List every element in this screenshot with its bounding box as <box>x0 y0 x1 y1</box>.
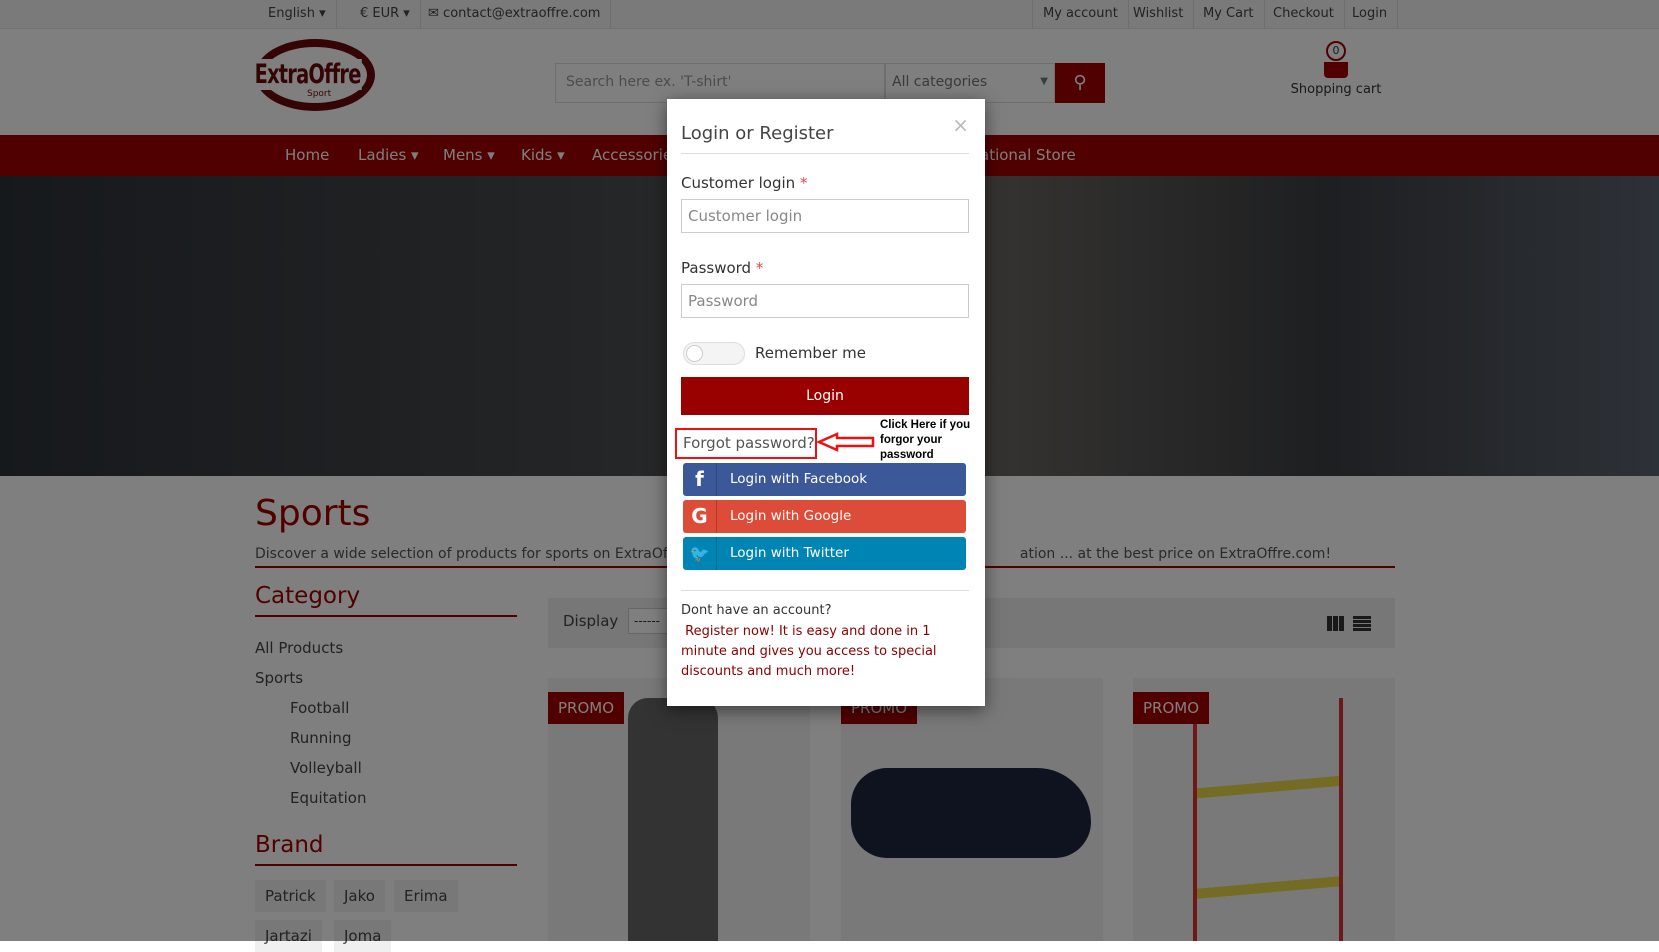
twitter-icon: 🐦 <box>683 537 717 570</box>
divider <box>681 590 969 591</box>
annotation-note: Click Here if you forgor your password <box>880 419 971 461</box>
register-link[interactable]: Register now! It is easy and done in 1 m… <box>681 622 971 682</box>
login-button[interactable]: Login <box>681 377 969 415</box>
twitter-login-button[interactable]: 🐦 Login with Twitter <box>683 537 966 570</box>
password-input[interactable] <box>681 284 969 318</box>
remember-me-toggle[interactable] <box>683 342 745 365</box>
toggle-knob <box>686 345 703 362</box>
customer-login-label: Customer login * <box>681 174 808 192</box>
divider <box>681 153 969 154</box>
google-icon: G <box>683 500 717 533</box>
facebook-icon: f <box>683 463 717 496</box>
forgot-password-link[interactable]: Forgot password? <box>675 428 817 459</box>
modal-title: Login or Register <box>681 123 834 144</box>
close-icon[interactable]: × <box>952 113 969 137</box>
customer-login-input[interactable] <box>681 199 969 233</box>
password-label: Password * <box>681 259 764 277</box>
login-modal: Login or Register × Customer login * Pas… <box>667 99 985 706</box>
remember-me-label: Remember me <box>755 344 866 362</box>
google-login-button[interactable]: G Login with Google <box>683 500 966 533</box>
arrow-left-icon <box>817 432 875 452</box>
facebook-login-button[interactable]: f Login with Facebook <box>683 463 966 496</box>
no-account-text: Dont have an account? <box>681 603 832 618</box>
